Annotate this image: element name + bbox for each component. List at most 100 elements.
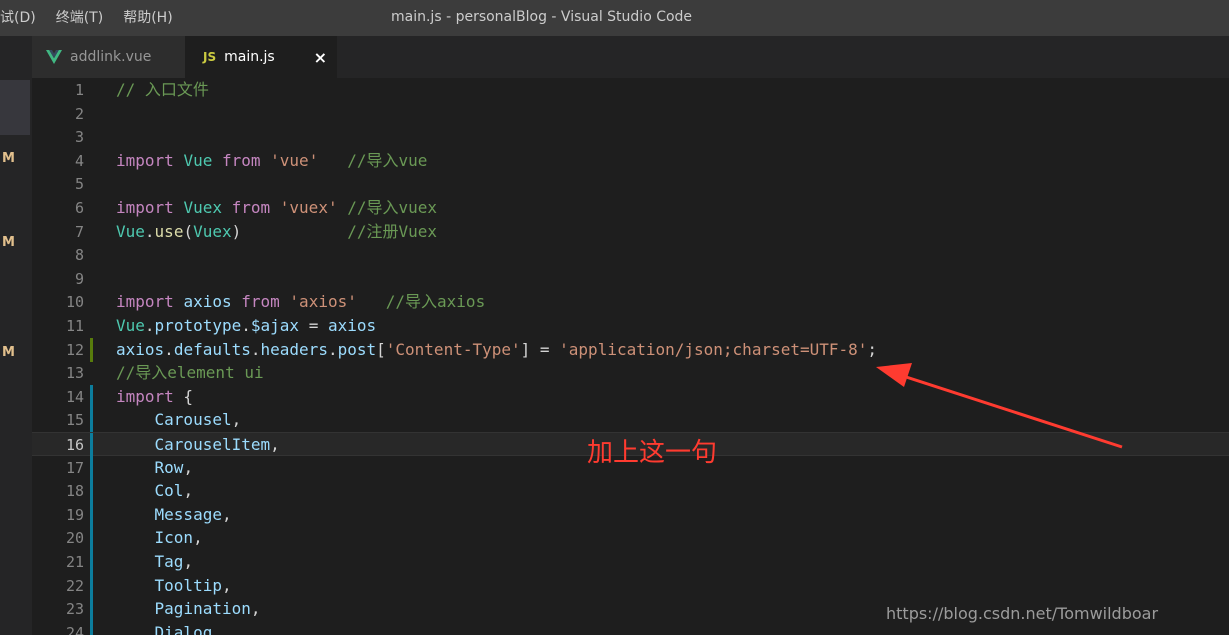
line-number: 10 xyxy=(65,293,84,312)
title-bar: 试(D) 终端(T) 帮助(H) main.js - personalBlog … xyxy=(0,0,1229,36)
vue-icon xyxy=(46,50,62,64)
code-line[interactable]: 4 import Vue from 'vue' //导入vue xyxy=(32,149,1229,173)
menu-help[interactable]: 帮助(H) xyxy=(123,0,172,36)
code-token: ) xyxy=(231,221,348,241)
menu-bar: 试(D) 终端(T) 帮助(H) xyxy=(0,0,193,36)
code-token: = xyxy=(299,316,328,335)
code-token: Vuex xyxy=(183,198,222,217)
line-number: 15 xyxy=(65,411,84,430)
code-text: Vue.prototype.$ajax = axios xyxy=(116,314,376,338)
code-token: , xyxy=(193,528,203,548)
close-icon[interactable]: × xyxy=(314,48,327,67)
code-line[interactable]: 19 Message, xyxy=(32,502,1229,527)
code-token: 'application/json;charset=UTF-8' xyxy=(559,339,868,359)
code-token: , xyxy=(183,481,194,501)
code-token: //导入vuex xyxy=(347,198,438,217)
code-line[interactable]: 18 Col, xyxy=(32,479,1229,504)
scm-modified-marker: M xyxy=(2,345,15,360)
gutter-added-indicator xyxy=(90,384,93,409)
code-token: Vuex xyxy=(193,221,232,241)
code-token: Tag xyxy=(154,552,184,571)
gutter-added-indicator xyxy=(90,620,93,635)
code-text: Pagination, xyxy=(116,597,261,621)
gutter-added-indicator xyxy=(90,597,93,622)
menu-debug[interactable]: 试(D) xyxy=(0,0,36,36)
line-number: 8 xyxy=(74,246,84,265)
code-line[interactable]: 5 xyxy=(32,172,1229,196)
code-line[interactable]: 9 xyxy=(32,267,1229,291)
line-number: 19 xyxy=(65,505,84,524)
code-token: post xyxy=(337,339,377,359)
line-number: 4 xyxy=(74,151,84,170)
code-line[interactable]: 2 xyxy=(32,102,1229,126)
code-token: , xyxy=(270,435,280,454)
code-token: prototype xyxy=(154,316,242,335)
scm-modified-marker: M xyxy=(2,235,15,250)
selected-explorer-row[interactable] xyxy=(0,80,30,135)
code-token: . xyxy=(250,339,261,359)
side-strip: M M M xyxy=(0,36,32,635)
code-token: use xyxy=(154,221,184,241)
code-token: 'Content-Type' xyxy=(385,339,521,359)
code-line[interactable]: 3 xyxy=(32,125,1229,149)
line-number: 17 xyxy=(65,458,84,477)
code-line[interactable]: 7 Vue.use(Vuex) //注册Vuex xyxy=(32,220,1229,244)
code-line[interactable]: 22 Tooltip, xyxy=(32,573,1229,598)
code-token: Vue xyxy=(116,316,145,335)
code-token: ] = xyxy=(520,339,560,359)
code-text: Tooltip, xyxy=(116,574,232,598)
line-number: 3 xyxy=(74,128,84,147)
code-token: $ajax xyxy=(250,316,300,335)
code-token: import xyxy=(116,292,174,312)
code-text: import Vuex from 'vuex' //导入vuex xyxy=(116,196,437,220)
code-line[interactable]: 21 Tag, xyxy=(32,550,1229,574)
line-number: 20 xyxy=(65,529,84,548)
code-token: //注册Vuex xyxy=(347,221,438,241)
line-number: 6 xyxy=(74,199,84,217)
code-line[interactable]: 6 import Vuex from 'vuex' //导入vuex xyxy=(32,196,1229,220)
gutter-added-indicator xyxy=(90,526,93,551)
code-token: Dialog xyxy=(154,622,213,635)
red-arrow-annotation xyxy=(876,363,1123,449)
scm-modified-marker: M xyxy=(2,151,15,166)
code-line[interactable]: 11 Vue.prototype.$ajax = axios xyxy=(32,314,1229,338)
code-line[interactable]: 20 Icon, xyxy=(32,526,1229,551)
code-token: //导入vue xyxy=(347,150,428,170)
code-token: , xyxy=(221,575,232,595)
code-text: // 入口文件 xyxy=(116,78,209,102)
annotation-text: 加上这一句 xyxy=(587,438,718,468)
code-text: //导入element ui xyxy=(116,361,264,385)
code-token: , xyxy=(221,504,232,524)
code-token: Tooltip xyxy=(154,575,222,595)
code-text: Col, xyxy=(116,479,194,503)
code-token: Icon xyxy=(154,528,194,548)
code-token: CarouselItem xyxy=(154,435,271,454)
line-number: 23 xyxy=(65,600,84,619)
line-number: 24 xyxy=(65,623,84,635)
line-number: 18 xyxy=(65,482,84,501)
code-token: . xyxy=(327,339,338,359)
code-token: . xyxy=(144,316,155,335)
code-line[interactable]: 1 // 入口文件 xyxy=(32,78,1229,102)
code-line[interactable]: 8 xyxy=(32,243,1229,267)
tab-main-js[interactable]: JS main.js × xyxy=(185,36,337,78)
menu-terminal[interactable]: 终端(T) xyxy=(56,0,103,36)
code-line[interactable]: 10 import axios from 'axios' //导入axios xyxy=(32,290,1229,314)
tab-addlink-vue[interactable]: addlink.vue xyxy=(32,36,185,78)
line-number: 14 xyxy=(65,387,84,406)
code-token: Vue xyxy=(183,150,213,170)
code-token: from xyxy=(231,198,271,217)
code-token: . xyxy=(144,221,155,241)
gutter-added-indicator xyxy=(90,479,93,504)
